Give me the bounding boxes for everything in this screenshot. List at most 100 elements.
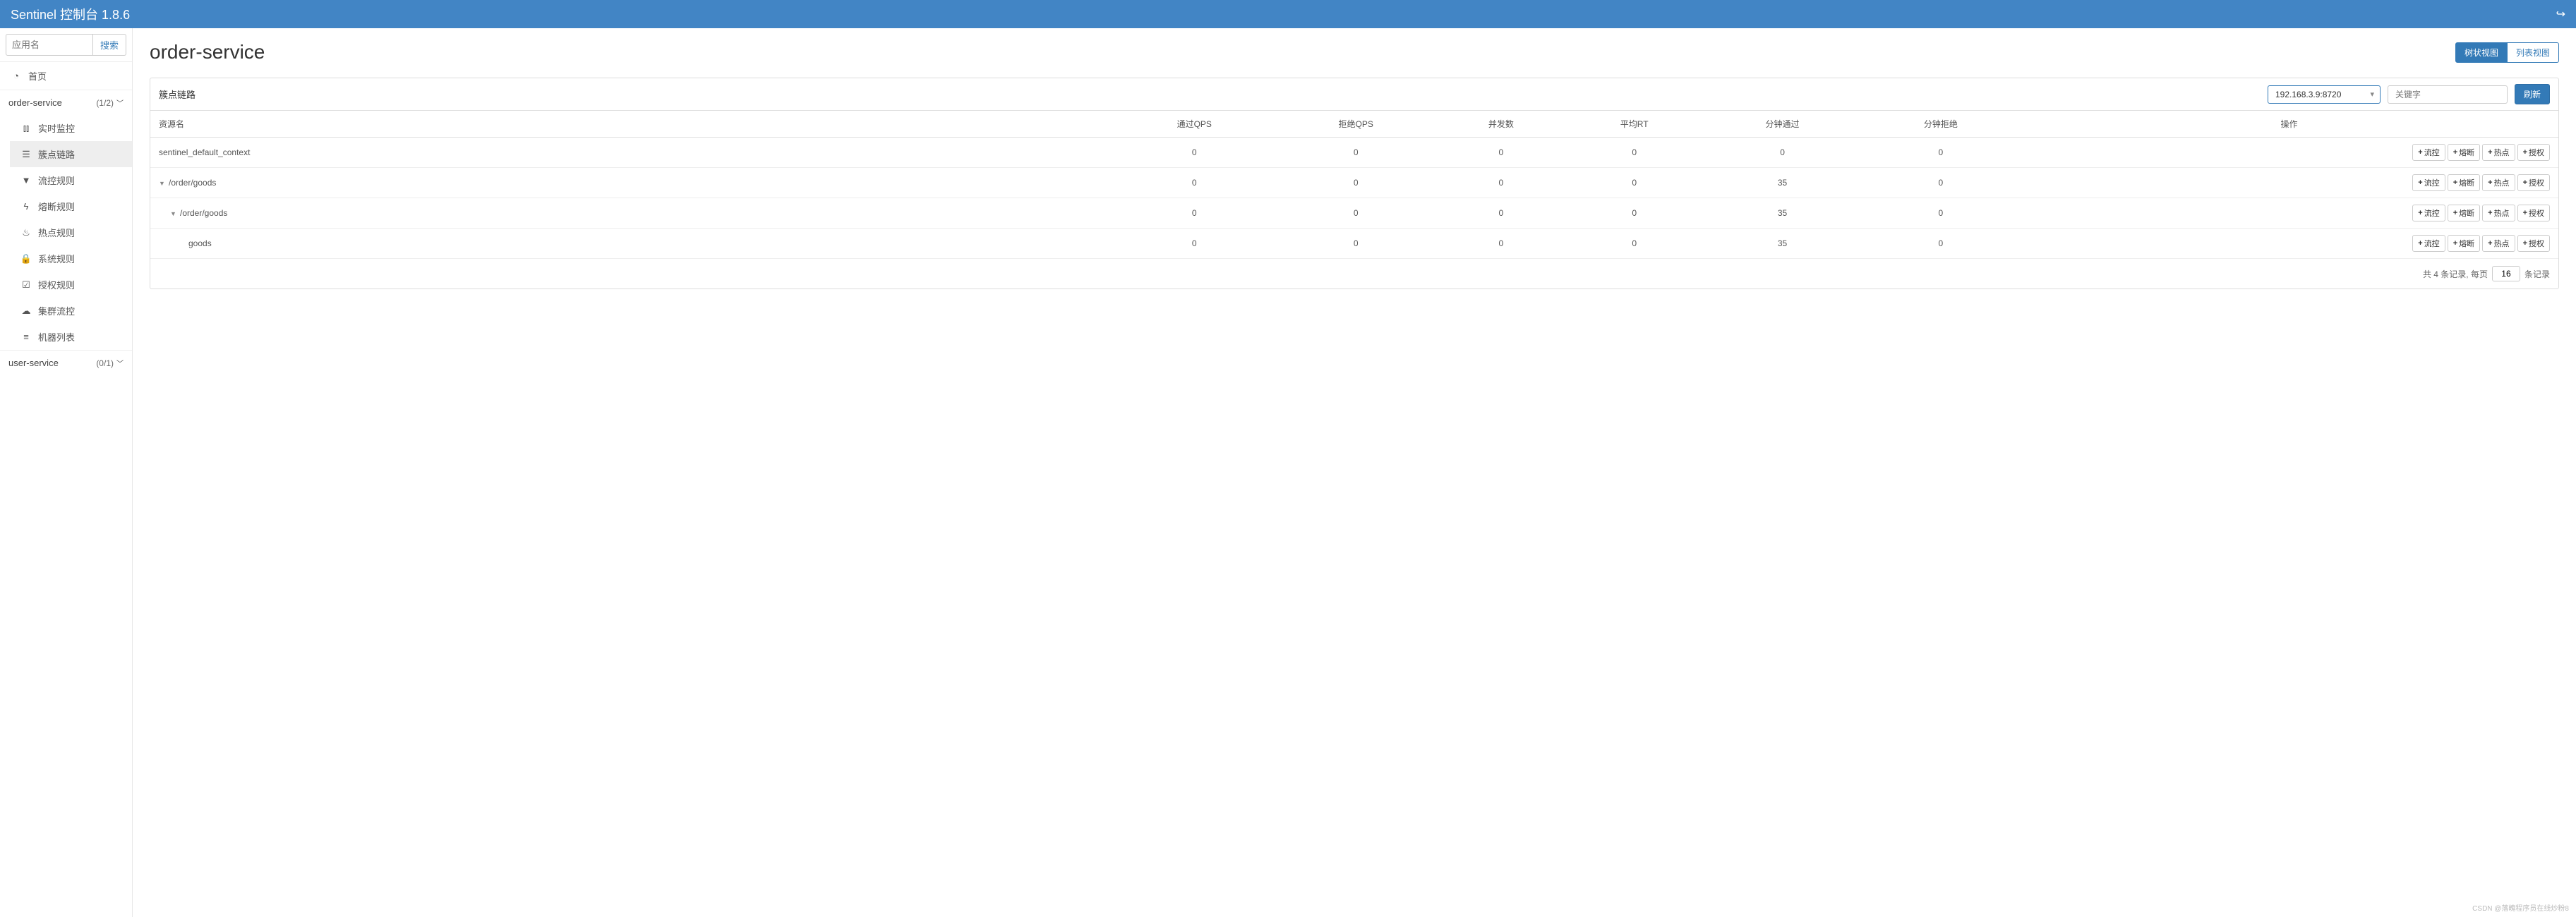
- keyword-input[interactable]: [2388, 85, 2508, 104]
- op-degrade-button[interactable]: +熔断: [2448, 174, 2480, 191]
- cell-avg_rt: 0: [1565, 138, 1703, 168]
- op-flow-button[interactable]: +流控: [2412, 205, 2445, 221]
- logout-icon[interactable]: ↪: [2556, 7, 2565, 21]
- table-row: ▼/order/goods0000350+流控+熔断+热点+授权: [150, 198, 2558, 229]
- nav-group-label: user-service: [8, 358, 59, 368]
- nav-realtime[interactable]: ⫾⫾实时监控: [10, 115, 132, 141]
- tree-toggle-icon[interactable]: ▼: [170, 210, 177, 217]
- resource-name: /order/goods: [180, 208, 227, 218]
- view-toggle: 树状视图 列表视图: [2455, 42, 2559, 63]
- cell-min_pass: 35: [1703, 198, 1861, 229]
- cell-block_qps: 0: [1275, 138, 1437, 168]
- col-resource: 资源名: [150, 111, 1114, 138]
- app-search-row: 搜索: [0, 28, 132, 61]
- plus-icon: +: [2418, 209, 2422, 217]
- nav-sub-order-service: ⫾⫾实时监控 ☰簇点链路 ▼流控规则 ϟ熔断规则 ♨热点规则 🔒系统规则 ☑授权…: [0, 115, 132, 350]
- col-block-qps: 拒绝QPS: [1275, 111, 1437, 138]
- op-degrade-button[interactable]: +熔断: [2448, 144, 2480, 161]
- table-row: sentinel_default_context000000+流控+熔断+热点+…: [150, 138, 2558, 168]
- nav-flow-rule[interactable]: ▼流控规则: [10, 167, 132, 193]
- table-row: goods0000350+流控+熔断+热点+授权: [150, 229, 2558, 259]
- cell-block_qps: 0: [1275, 198, 1437, 229]
- nav-auth-rule[interactable]: ☑授权规则: [10, 272, 132, 298]
- pagination-prefix: 共 4 条记录, 每页: [2423, 268, 2488, 280]
- nav-system-rule[interactable]: 🔒系统规则: [10, 245, 132, 272]
- nav-degrade-rule[interactable]: ϟ熔断规则: [10, 193, 132, 219]
- view-list-button[interactable]: 列表视图: [2508, 42, 2559, 63]
- op-hot-button[interactable]: +热点: [2482, 205, 2515, 221]
- page-title: order-service: [150, 41, 265, 63]
- op-hot-button[interactable]: +热点: [2482, 174, 2515, 191]
- nav-hot-rule[interactable]: ♨热点规则: [10, 219, 132, 245]
- cell-pass_qps: 0: [1114, 168, 1275, 198]
- cell-pass_qps: 0: [1114, 229, 1275, 259]
- cell-pass_qps: 0: [1114, 138, 1275, 168]
- cell-avg_rt: 0: [1565, 168, 1703, 198]
- cell-avg_rt: 0: [1565, 229, 1703, 259]
- app-search-input[interactable]: [6, 34, 93, 56]
- view-tree-button[interactable]: 树状视图: [2455, 42, 2508, 63]
- clock-icon: ◔: [10, 71, 23, 81]
- table-row: ▼/order/goods0000350+流控+熔断+热点+授权: [150, 168, 2558, 198]
- menu-icon: ≡: [20, 332, 32, 342]
- col-ops: 操作: [2020, 111, 2558, 138]
- page-size-input[interactable]: [2492, 266, 2520, 281]
- ops-cell: +流控+熔断+热点+授权: [2020, 229, 2558, 259]
- refresh-button[interactable]: 刷新: [2515, 84, 2550, 104]
- cell-min_block: 0: [1862, 198, 2020, 229]
- cell-min_pass: 0: [1703, 138, 1861, 168]
- nav-group-count: (1/2)﹀: [96, 97, 124, 108]
- content-area: order-service 树状视图 列表视图 簇点链路 192.168.3.9…: [133, 28, 2576, 917]
- resource-cell: sentinel_default_context: [150, 138, 1114, 168]
- cell-pass_qps: 0: [1114, 198, 1275, 229]
- resource-cell: ▼/order/goods: [150, 168, 1114, 198]
- op-flow-button[interactable]: +流控: [2412, 144, 2445, 161]
- op-auth-button[interactable]: +授权: [2517, 174, 2550, 191]
- nav-group-order-service[interactable]: order-service (1/2)﹀: [0, 90, 132, 115]
- cell-min_block: 0: [1862, 138, 2020, 168]
- cell-block_qps: 0: [1275, 168, 1437, 198]
- nav-machine-list[interactable]: ≡机器列表: [10, 324, 132, 350]
- resource-cell: goods: [150, 229, 1114, 259]
- op-hot-button[interactable]: +热点: [2482, 144, 2515, 161]
- list-icon: ☰: [20, 149, 32, 160]
- cell-min_pass: 35: [1703, 168, 1861, 198]
- resource-panel: 簇点链路 192.168.3.9:8720 刷新 资源名 通过QPS 拒绝QPS…: [150, 78, 2559, 289]
- op-auth-button[interactable]: +授权: [2517, 205, 2550, 221]
- nav-group-label: order-service: [8, 97, 62, 108]
- op-auth-button[interactable]: +授权: [2517, 144, 2550, 161]
- plus-icon: +: [2453, 239, 2457, 248]
- op-hot-button[interactable]: +热点: [2482, 235, 2515, 252]
- chevron-down-icon: ﹀: [116, 100, 124, 108]
- plus-icon: +: [2418, 148, 2422, 157]
- op-degrade-button[interactable]: +熔断: [2448, 205, 2480, 221]
- nav-group-user-service[interactable]: user-service (0/1)﹀: [0, 350, 132, 375]
- bolt-icon: ϟ: [20, 201, 32, 212]
- watermark: CSDN @落魄程序员在线炒粉8: [2472, 902, 2569, 913]
- app-search-button[interactable]: 搜索: [93, 34, 126, 56]
- plus-icon: +: [2453, 178, 2457, 187]
- app-title: Sentinel 控制台 1.8.6: [11, 5, 130, 23]
- cell-thread: 0: [1437, 168, 1565, 198]
- lock-icon: 🔒: [20, 253, 32, 265]
- resource-cell: ▼/order/goods: [150, 198, 1114, 229]
- op-auth-button[interactable]: +授权: [2517, 235, 2550, 252]
- nav-cluster-point[interactable]: ☰簇点链路: [10, 141, 132, 167]
- panel-head: 簇点链路 192.168.3.9:8720 刷新: [150, 78, 2558, 111]
- plus-icon: +: [2523, 178, 2527, 187]
- op-degrade-button[interactable]: +熔断: [2448, 235, 2480, 252]
- sidebar: 搜索 ◔ 首页 order-service (1/2)﹀ ⫾⫾实时监控 ☰簇点链…: [0, 28, 133, 917]
- op-flow-button[interactable]: +流控: [2412, 174, 2445, 191]
- pagination-suffix: 条记录: [2524, 268, 2550, 280]
- ops-cell: +流控+熔断+热点+授权: [2020, 168, 2558, 198]
- machine-select[interactable]: 192.168.3.9:8720: [2268, 85, 2381, 104]
- nav-cluster-flow[interactable]: ☁集群流控: [10, 298, 132, 324]
- fire-icon: ♨: [20, 227, 32, 238]
- nav-home[interactable]: ◔ 首页: [0, 61, 132, 90]
- col-avg-rt: 平均RT: [1565, 111, 1703, 138]
- op-flow-button[interactable]: +流控: [2412, 235, 2445, 252]
- cell-thread: 0: [1437, 138, 1565, 168]
- check-icon: ☑: [20, 279, 32, 291]
- panel-title: 簇点链路: [159, 87, 195, 101]
- tree-toggle-icon[interactable]: ▼: [159, 180, 166, 187]
